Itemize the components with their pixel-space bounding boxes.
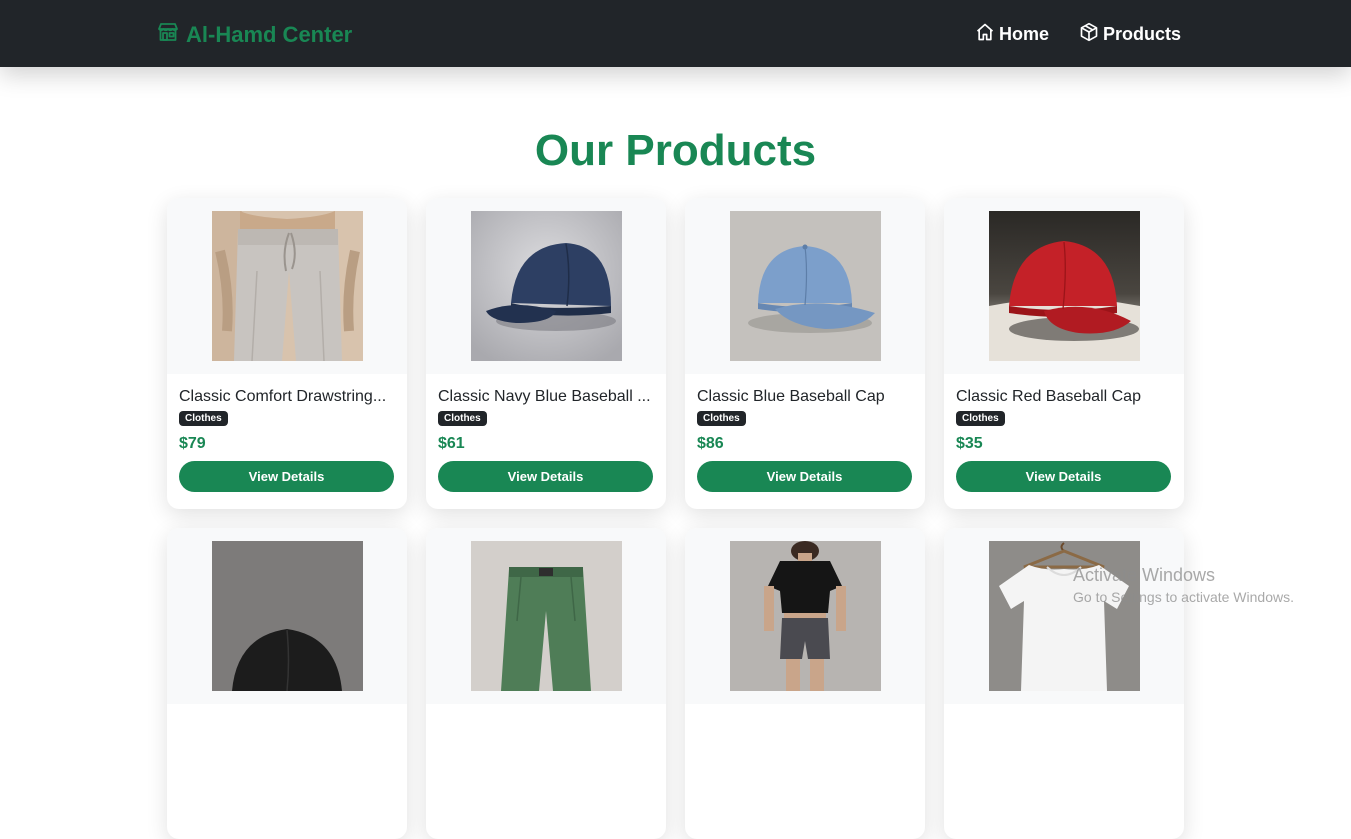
product-image-container bbox=[426, 198, 666, 374]
brand-link[interactable]: Al-Hamd Center bbox=[156, 20, 352, 50]
windows-activation-watermark: Activate Windows Go to Settings to activ… bbox=[1073, 565, 1294, 605]
product-title: Classic Red Baseball Cap bbox=[956, 388, 1141, 405]
product-image-black-tshirt-shorts bbox=[729, 541, 881, 691]
product-image-green-shorts bbox=[470, 541, 622, 691]
product-image-red-cap bbox=[988, 211, 1140, 361]
product-image-container bbox=[167, 198, 407, 374]
product-title: Classic Comfort Drawstring... bbox=[179, 388, 387, 405]
product-image-container bbox=[167, 528, 407, 704]
watermark-title: Activate Windows bbox=[1073, 565, 1216, 585]
category-badge: Clothes bbox=[179, 411, 228, 426]
box-icon bbox=[1079, 22, 1099, 47]
product-card-body: Classic Blue Baseball Cap Clothes $86 Vi… bbox=[685, 388, 925, 492]
view-details-button[interactable]: View Details bbox=[697, 461, 912, 492]
category-badge: Clothes bbox=[697, 411, 746, 426]
product-image-container bbox=[944, 528, 1184, 704]
product-card-body: Classic Navy Blue Baseball ... Clothes $… bbox=[426, 388, 666, 492]
product-price: $86 bbox=[697, 435, 724, 452]
nav-links: Home Products bbox=[975, 22, 1181, 47]
product-card-body: Classic Comfort Drawstring... Clothes $7… bbox=[167, 388, 407, 492]
brand-name: Al-Hamd Center bbox=[186, 22, 353, 47]
product-image-drawstring-pants bbox=[211, 211, 363, 361]
view-details-button[interactable]: View Details bbox=[179, 461, 394, 492]
view-details-button[interactable]: View Details bbox=[956, 461, 1171, 492]
product-price: $61 bbox=[438, 435, 465, 452]
navbar: Al-Hamd Center Home Products bbox=[0, 0, 1351, 67]
nav-products-link[interactable]: Products bbox=[1079, 22, 1181, 47]
product-card: Classic Comfort Drawstring... Clothes $7… bbox=[167, 198, 407, 509]
product-image-container bbox=[685, 528, 925, 704]
product-price: $79 bbox=[179, 435, 206, 452]
product-image-container bbox=[426, 528, 666, 704]
home-icon bbox=[975, 22, 995, 47]
product-title: Classic Navy Blue Baseball ... bbox=[438, 388, 651, 405]
product-title: Classic Blue Baseball Cap bbox=[697, 388, 885, 405]
product-image-navy-cap bbox=[470, 211, 622, 361]
product-card bbox=[167, 528, 407, 839]
nav-home-label: Home bbox=[998, 24, 1049, 44]
product-card: Classic Navy Blue Baseball ... Clothes $… bbox=[426, 198, 666, 509]
product-image-container bbox=[944, 198, 1184, 374]
nav-home-link[interactable]: Home bbox=[975, 22, 1049, 47]
product-grid: Classic Comfort Drawstring... Clothes $7… bbox=[167, 198, 1184, 839]
product-card bbox=[685, 528, 925, 839]
category-badge: Clothes bbox=[956, 411, 1005, 426]
store-icon bbox=[156, 20, 180, 50]
view-details-button[interactable]: View Details bbox=[438, 461, 653, 492]
nav-products-label: Products bbox=[1102, 24, 1181, 44]
product-image-black-cap bbox=[211, 541, 363, 691]
watermark-subtitle: Go to Settings to activate Windows. bbox=[1073, 589, 1294, 605]
product-card-body: Classic Red Baseball Cap Clothes $35 Vie… bbox=[944, 388, 1184, 492]
product-card: Classic Blue Baseball Cap Clothes $86 Vi… bbox=[685, 198, 925, 509]
product-price: $35 bbox=[956, 435, 983, 452]
product-image-blue-cap bbox=[729, 211, 881, 361]
page-title: Our Products bbox=[534, 126, 817, 175]
category-badge: Clothes bbox=[438, 411, 487, 426]
product-image-container bbox=[685, 198, 925, 374]
product-card bbox=[426, 528, 666, 839]
product-image-white-tshirt bbox=[988, 541, 1140, 691]
product-card: Classic Red Baseball Cap Clothes $35 Vie… bbox=[944, 198, 1184, 509]
